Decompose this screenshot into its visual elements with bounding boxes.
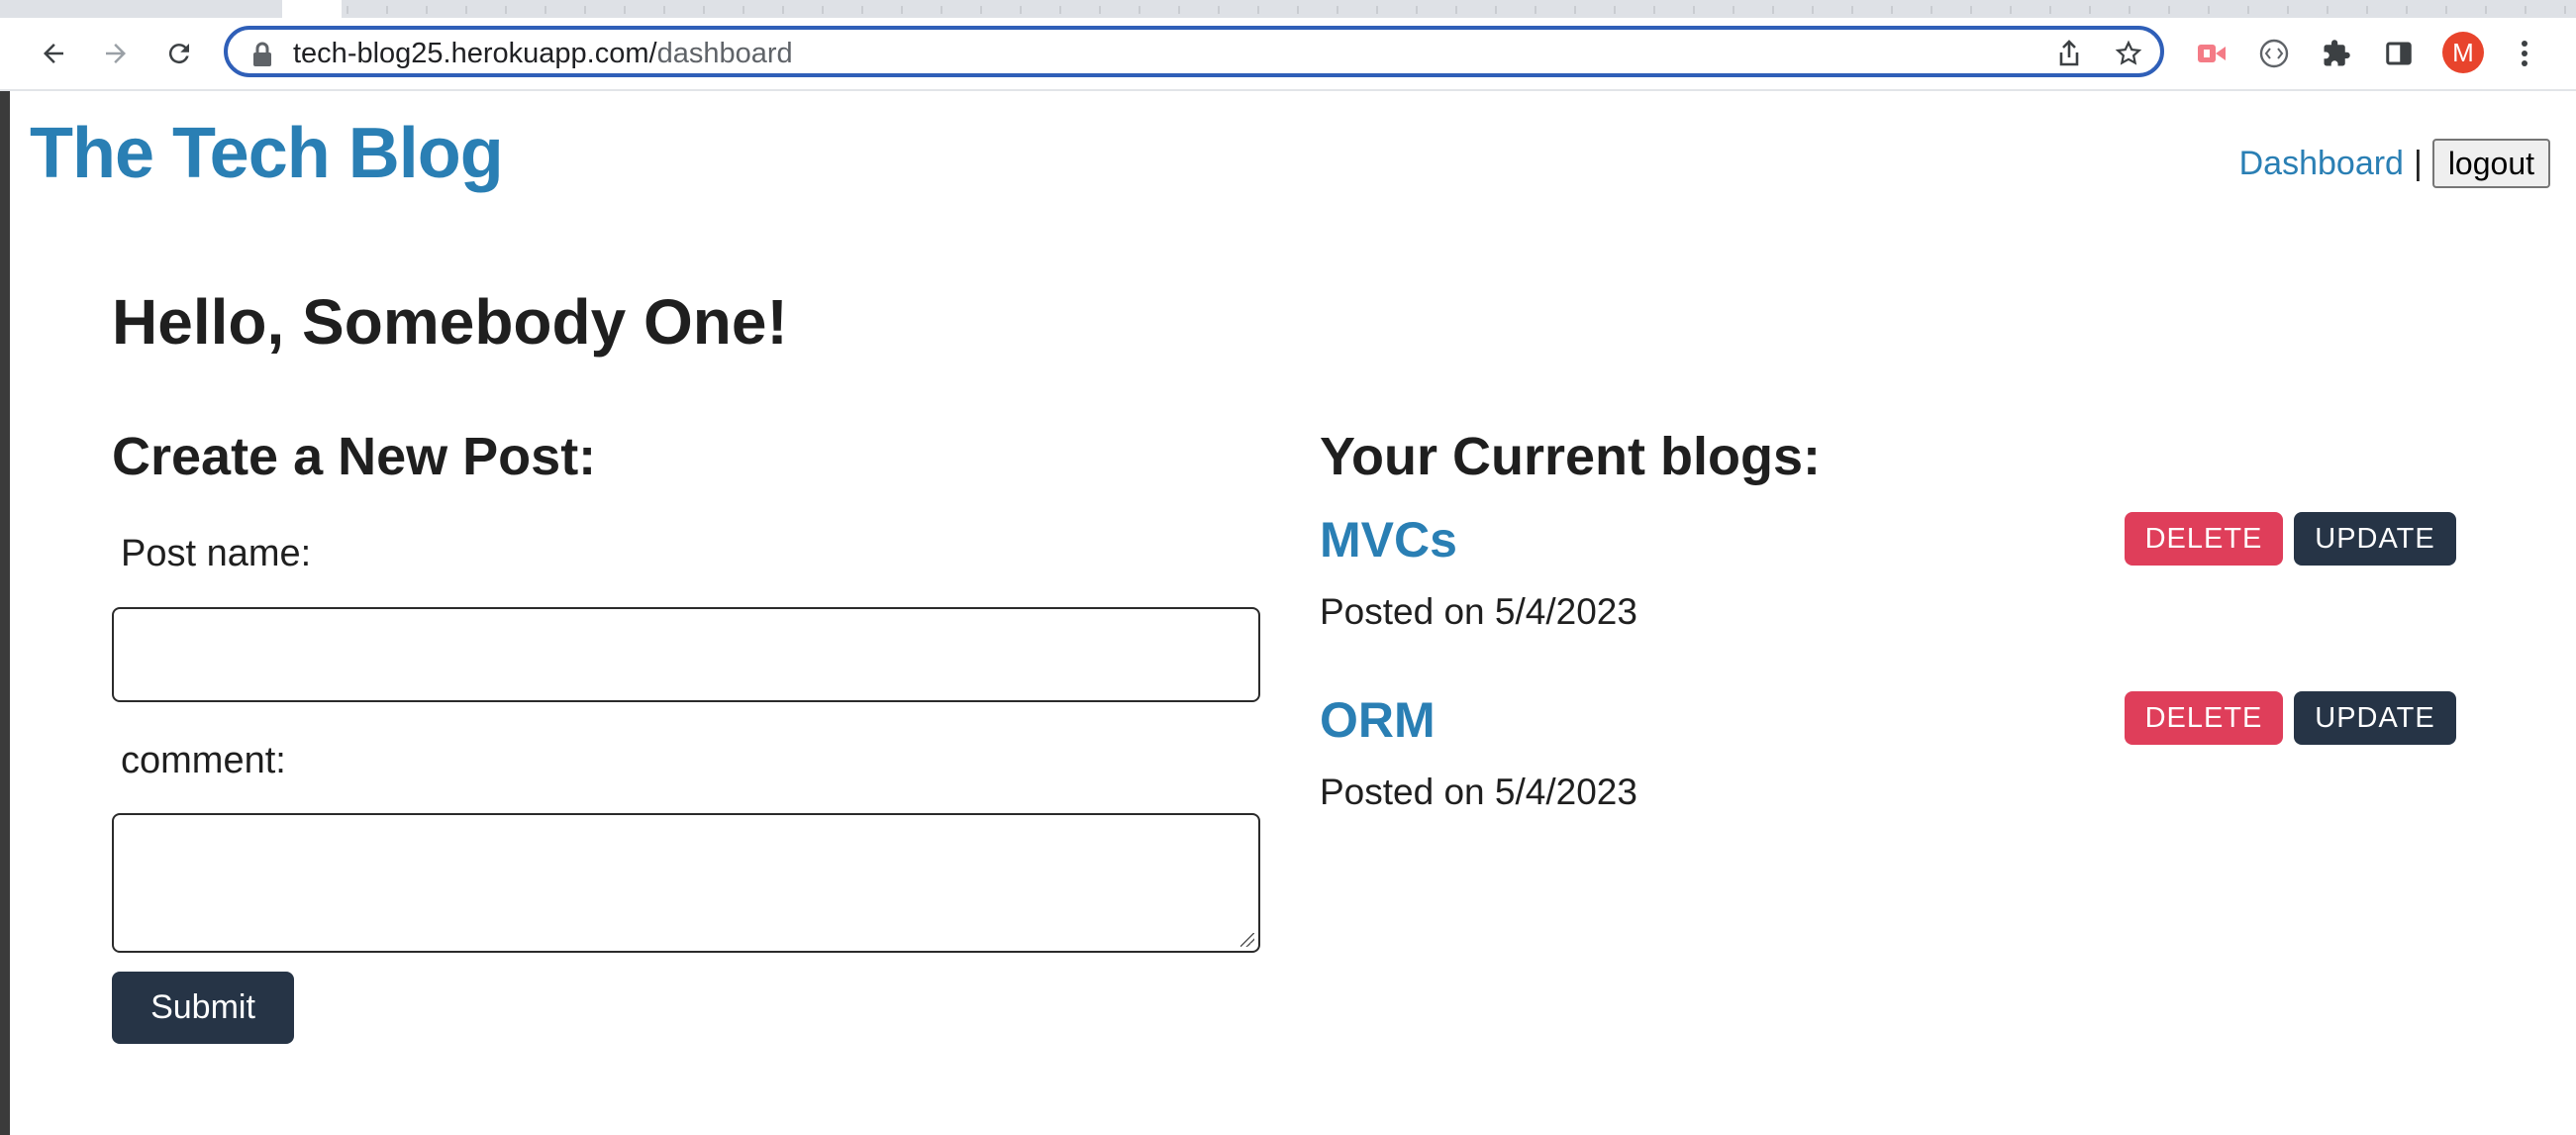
url-host: tech-blog25.herokuapp.com/: [293, 38, 657, 69]
code-extension-icon[interactable]: [2254, 34, 2294, 73]
tab-strip-decoration: [347, 6, 2576, 14]
browser-toolbar: tech-blog25.herokuapp.com/dashboard M: [0, 18, 2576, 91]
greeting-heading: Hello, Somebody One!: [112, 286, 788, 358]
resize-grip-icon[interactable]: [1240, 933, 1254, 947]
update-post-button[interactable]: UPDATE: [2294, 512, 2456, 566]
window-edge: [0, 91, 10, 1135]
submit-button[interactable]: Submit: [112, 972, 294, 1044]
active-tab[interactable]: [282, 0, 342, 18]
post-date: Posted on 5/4/2023: [1320, 591, 1637, 632]
reload-icon[interactable]: [159, 34, 199, 73]
url-path: dashboard: [656, 38, 793, 69]
lock-icon[interactable]: [251, 42, 273, 72]
nav-separator: |: [2413, 144, 2423, 182]
top-nav: Dashboard | logout: [2239, 139, 2550, 188]
forward-arrow-icon[interactable]: [96, 34, 136, 73]
tab-strip: [0, 0, 2576, 18]
side-panel-icon[interactable]: [2379, 34, 2419, 73]
delete-post-button[interactable]: DELETE: [2125, 512, 2283, 566]
share-icon[interactable]: [2055, 40, 2083, 67]
post-date: Posted on 5/4/2023: [1320, 772, 1637, 812]
puzzle-extensions-icon[interactable]: [2317, 34, 2356, 73]
comment-textarea[interactable]: [112, 813, 1260, 953]
post-name-label: Post name:: [121, 533, 312, 574]
post-title-link[interactable]: MVCs: [1320, 511, 1457, 568]
current-blogs-heading: Your Current blogs:: [1320, 427, 1821, 486]
profile-avatar[interactable]: M: [2442, 32, 2484, 73]
site-title[interactable]: The Tech Blog: [30, 113, 504, 194]
post-name-input[interactable]: [112, 607, 1260, 702]
url-text: tech-blog25.herokuapp.com/dashboard: [293, 38, 793, 70]
back-arrow-icon[interactable]: [34, 34, 73, 73]
post-title-link[interactable]: ORM: [1320, 691, 1436, 749]
dashboard-link[interactable]: Dashboard: [2239, 145, 2404, 183]
address-bar[interactable]: tech-blog25.herokuapp.com/dashboard: [224, 26, 2164, 77]
star-icon[interactable]: [2115, 40, 2142, 67]
create-post-heading: Create a New Post:: [112, 427, 597, 486]
comment-label: comment:: [121, 740, 286, 781]
delete-post-button[interactable]: DELETE: [2125, 691, 2283, 745]
screencast-extension-icon[interactable]: [2192, 34, 2231, 73]
kebab-menu-icon[interactable]: [2505, 34, 2544, 73]
update-post-button[interactable]: UPDATE: [2294, 691, 2456, 745]
logout-button[interactable]: logout: [2431, 139, 2550, 188]
